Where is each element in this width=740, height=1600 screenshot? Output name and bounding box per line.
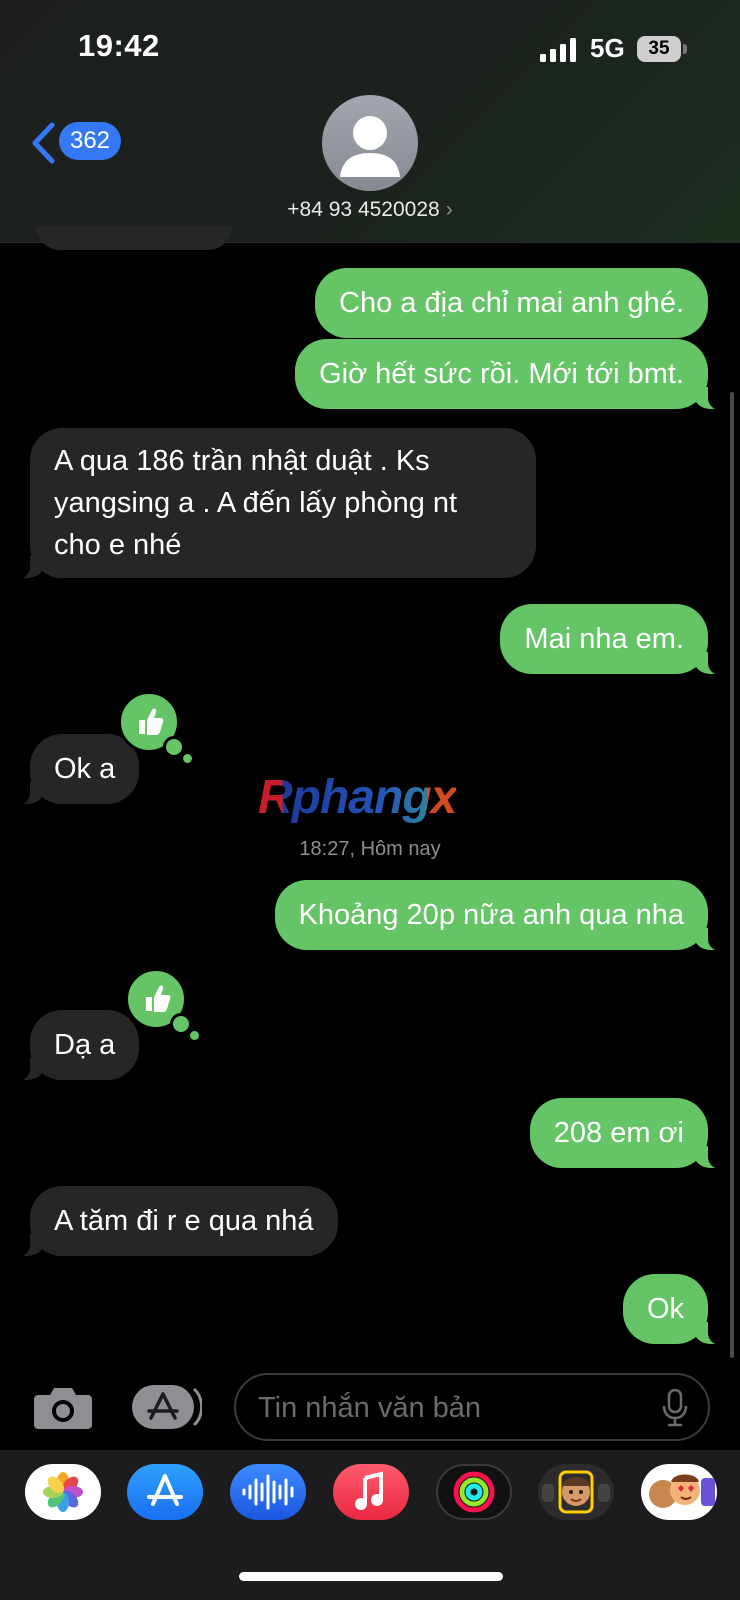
message-input-field[interactable] (234, 1373, 710, 1441)
message-text-input[interactable] (256, 1385, 640, 1431)
animoji-stickers-icon[interactable] (641, 1464, 717, 1520)
message-bubble-incoming[interactable]: A tăm đi r e qua nhá (12, 1186, 338, 1257)
contact-avatar[interactable] (322, 95, 418, 191)
watermark-logo: Rphangx (258, 771, 457, 824)
message-bubble-outgoing[interactable]: Cho a địa chỉ mai anh ghé. (315, 268, 708, 338)
person-silhouette-icon (340, 116, 400, 177)
back-button[interactable]: 362 (30, 118, 130, 166)
message-bubble-outgoing[interactable]: Mai nha em. (500, 604, 726, 675)
message-text-line: A qua 186 trần nhật duật . Ks (54, 445, 430, 477)
memoji-icon[interactable] (538, 1464, 614, 1520)
message-bubble-partial (36, 226, 232, 250)
message-text: A tăm đi r e qua nhá (54, 1205, 314, 1237)
message-text: Dạ a (54, 1029, 116, 1061)
chevron-left-icon (32, 122, 55, 164)
fitness-app-icon[interactable] (436, 1464, 512, 1520)
message-bubble-outgoing[interactable]: Khoảng 20p nữa anh qua nha (274, 880, 727, 951)
app-store-apps-icon[interactable] (132, 1385, 202, 1429)
tapback-reaction[interactable] (125, 968, 199, 1040)
message-bubble-outgoing[interactable]: Ok (622, 1274, 727, 1345)
camera-icon[interactable] (34, 1385, 92, 1429)
message-text: Khoảng 20p nữa anh qua nha (298, 899, 684, 931)
message-text-line: cho e nhé (54, 529, 182, 561)
message-bubble-incoming[interactable]: Dạ a (11, 1010, 140, 1081)
tapback-reaction[interactable] (118, 691, 192, 763)
status-time: 19:42 (78, 28, 160, 63)
message-text: Giờ hết sức rồi. Mới tới bmt. (319, 358, 684, 390)
contact-name-button[interactable]: +84 93 4520028 › (0, 198, 740, 222)
app-store-icon[interactable] (127, 1464, 203, 1520)
message-bubble-outgoing[interactable]: 208 em ơi (529, 1098, 727, 1169)
audio-message-icon[interactable] (230, 1464, 306, 1520)
scrollbar[interactable] (730, 392, 734, 1358)
unread-count-badge: 362 (59, 122, 121, 160)
timestamp-day: Hôm nay (360, 838, 441, 860)
chevron-right-icon: › (445, 198, 453, 221)
microphone-icon[interactable] (662, 1389, 688, 1427)
home-indicator[interactable] (239, 1572, 503, 1581)
cellular-signal-icon (540, 38, 576, 62)
battery-icon: 35 (637, 36, 687, 62)
message-text: 208 em ơi (553, 1117, 684, 1149)
network-type: 5G (590, 33, 625, 63)
photos-app-icon[interactable] (25, 1464, 101, 1520)
message-text: Ok a (54, 753, 116, 785)
conversation-header: 19:42 5G 35 362 +84 93 4520028 › (0, 0, 740, 243)
music-app-icon[interactable] (333, 1464, 409, 1520)
message-bubble-incoming[interactable]: A qua 186 trần nhật duật . Ks yangsing a… (12, 428, 536, 579)
message-timestamp: 18:27, Hôm nay (0, 838, 740, 861)
message-text: Mai nha em. (524, 623, 684, 655)
message-text: Ok (646, 1293, 684, 1325)
message-bubble-outgoing[interactable]: Giờ hết sức rồi. Mới tới bmt. (295, 339, 726, 410)
timestamp-time: 18:27, (299, 838, 355, 860)
battery-level: 35 (637, 36, 681, 62)
contact-number: +84 93 4520028 (287, 198, 440, 221)
message-text-line: yangsing a . A đến lấy phòng nt (54, 487, 458, 519)
message-text: Cho a địa chỉ mai anh ghé. (339, 287, 684, 319)
